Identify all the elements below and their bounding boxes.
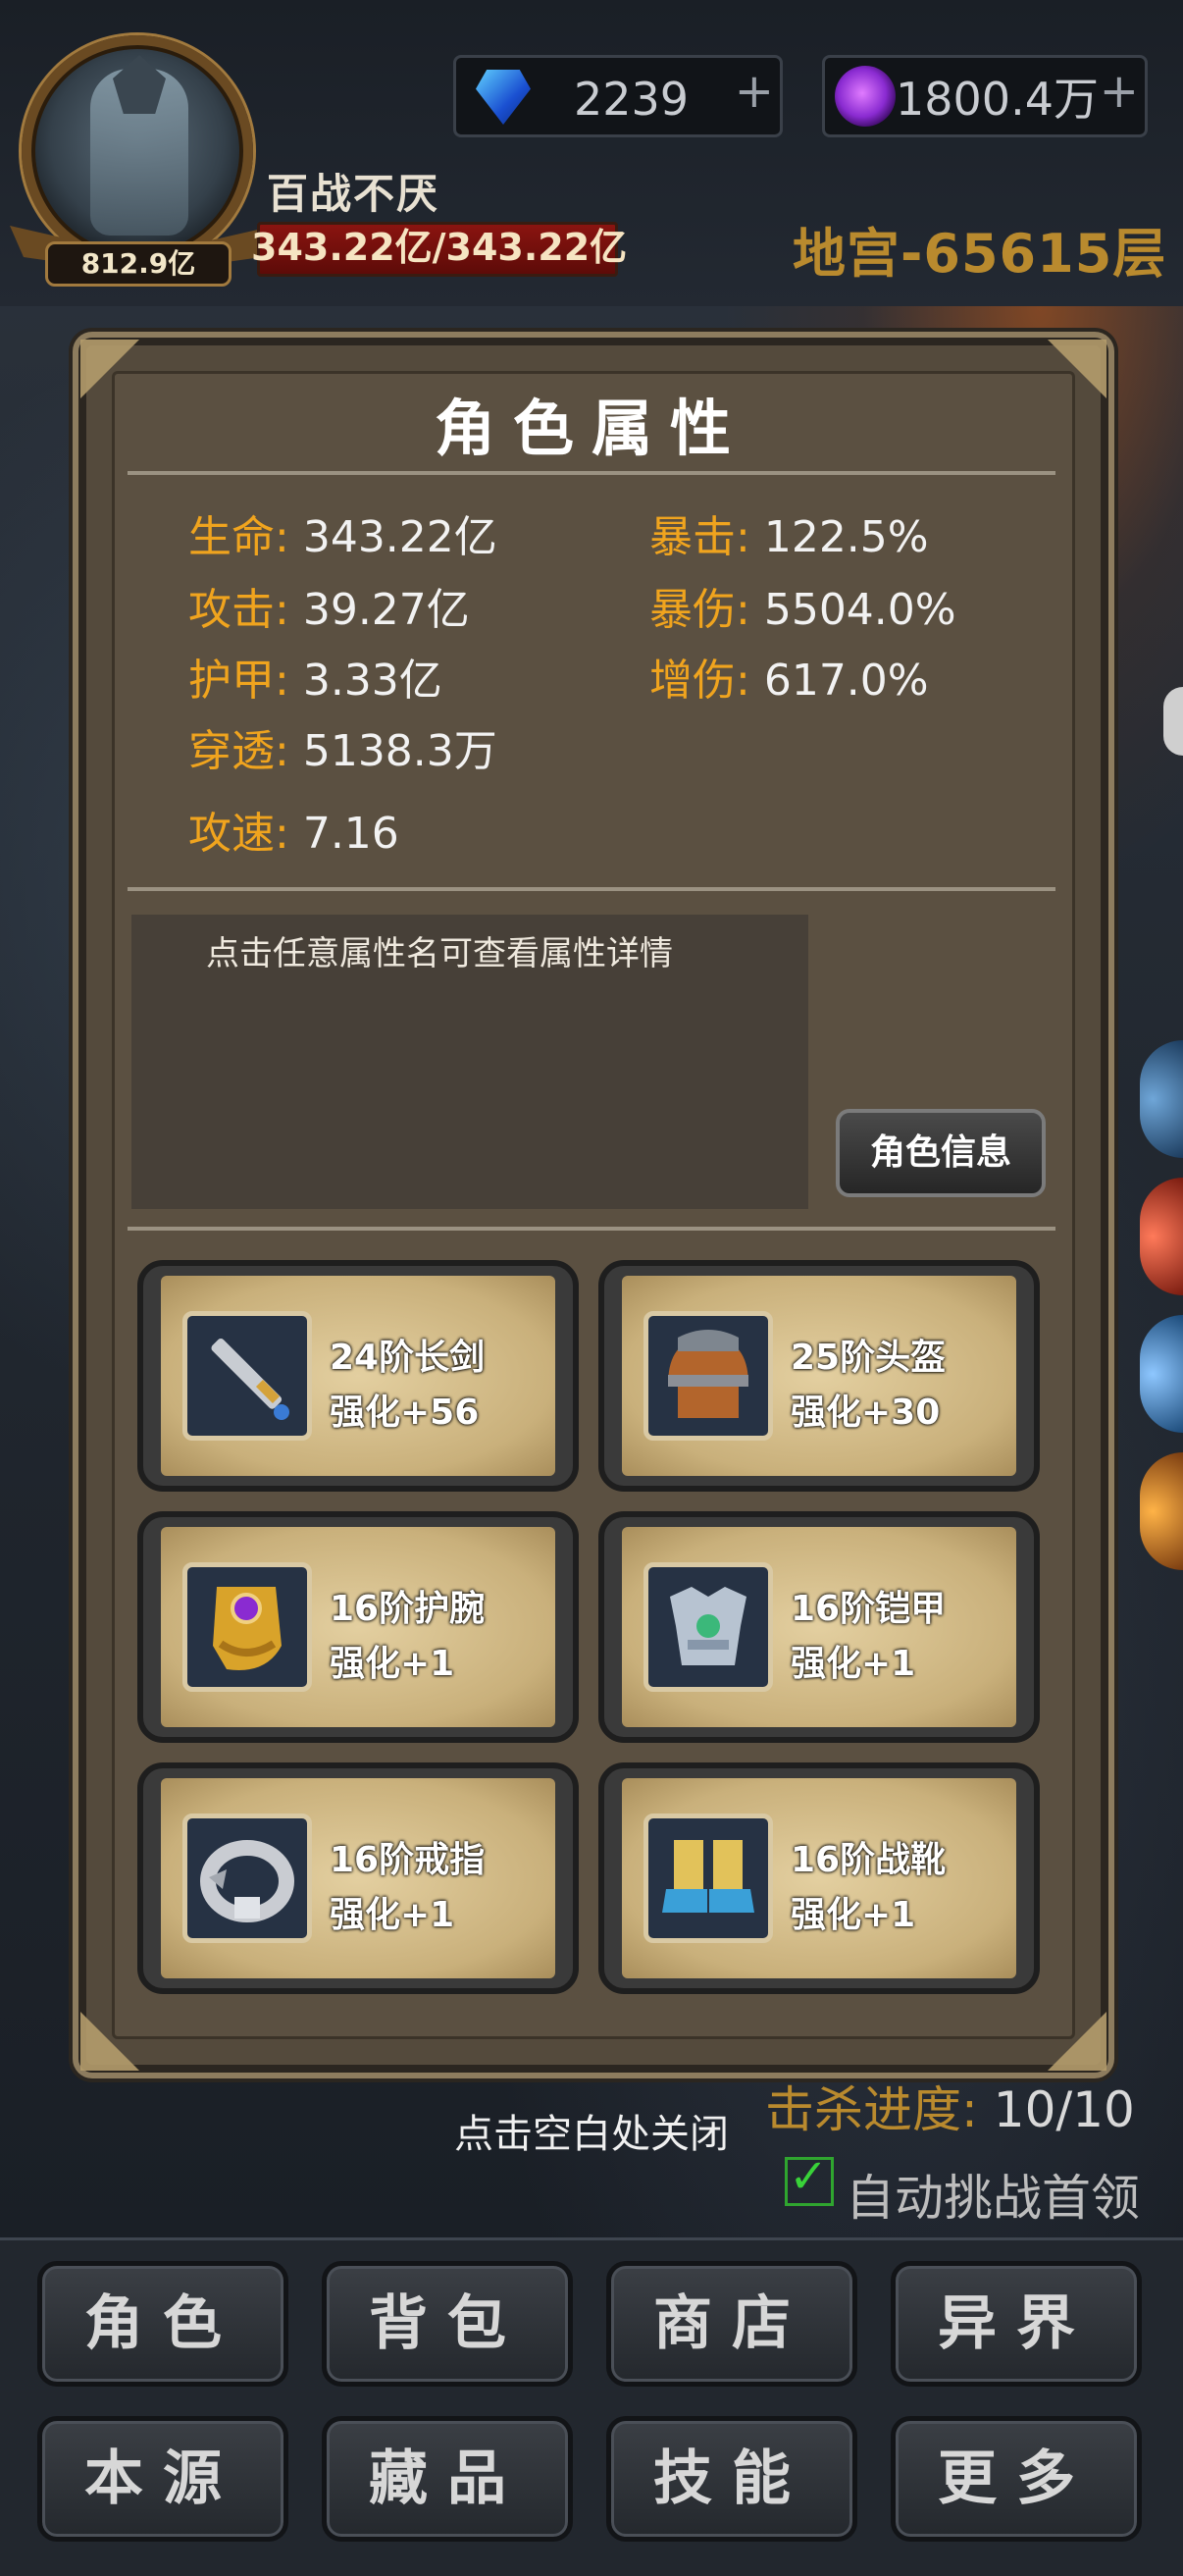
stat-value: 5138.3万 xyxy=(302,726,497,776)
nav-more[interactable]: 更多 xyxy=(891,2416,1142,2542)
add-orbs-button[interactable]: + xyxy=(1100,62,1139,121)
equip-slot-ring[interactable]: 16阶戒指 强化+1 xyxy=(137,1762,579,1994)
stat-value: 39.27亿 xyxy=(302,585,470,635)
stat-key[interactable]: 暴伤: xyxy=(649,585,750,635)
stat-attack-speed[interactable]: 攻速: 7.16 xyxy=(188,805,399,864)
stat-value: 343.22亿 xyxy=(302,512,497,562)
stat-value: 122.5% xyxy=(763,512,929,562)
stat-key[interactable]: 攻击: xyxy=(188,585,289,635)
stat-attack[interactable]: 攻击: 39.27亿 xyxy=(188,581,470,640)
equip-level: 强化+1 xyxy=(330,1895,455,1935)
auto-challenge-label[interactable]: 自动挑战首领 xyxy=(846,2159,1140,2230)
stat-key[interactable]: 暴击: xyxy=(649,512,750,562)
boots-icon xyxy=(643,1814,773,1943)
dungeon-floor: 地宫-65615层 xyxy=(793,223,1167,285)
bracer-icon xyxy=(182,1562,312,1692)
equip-slot-bracer[interactable]: 16阶护腕 强化+1 xyxy=(137,1511,579,1743)
divider xyxy=(128,887,1055,891)
nav-collection[interactable]: 藏品 xyxy=(322,2416,573,2542)
stat-damage-bonus[interactable]: 增伤: 617.0% xyxy=(649,652,929,710)
gem-currency: 2239 + xyxy=(453,55,783,137)
divider xyxy=(128,1227,1055,1231)
equip-level: 强化+1 xyxy=(791,1644,916,1684)
ring-icon xyxy=(182,1814,312,1943)
gem-amount: 2239 xyxy=(574,73,690,126)
stat-penetration[interactable]: 穿透: 5138.3万 xyxy=(188,722,497,781)
equip-name: 24阶长剑 xyxy=(330,1338,486,1378)
equip-level: 强化+56 xyxy=(330,1393,480,1433)
equip-level: 强化+30 xyxy=(791,1393,941,1433)
equip-name: 16阶戒指 xyxy=(330,1840,486,1880)
nav-character[interactable]: 角色 xyxy=(37,2261,288,2387)
close-hint[interactable]: 点击空白处关闭 xyxy=(0,2102,1183,2159)
equip-slot-armor[interactable]: 16阶铠甲 强化+1 xyxy=(598,1511,1040,1743)
nav-otherworld[interactable]: 异界 xyxy=(891,2261,1142,2387)
checkmark-icon: ✓ xyxy=(789,2149,829,2204)
character-info-button[interactable]: 角色信息 xyxy=(836,1109,1046,1197)
side-toggle[interactable] xyxy=(1163,687,1183,756)
diamond-icon xyxy=(476,70,531,125)
hp-text: 343.22亿/343.22亿 xyxy=(251,226,628,269)
sword-icon xyxy=(182,1311,312,1441)
equip-name: 25阶头盔 xyxy=(791,1338,947,1378)
equip-name: 16阶护腕 xyxy=(330,1589,486,1629)
equip-level: 强化+1 xyxy=(791,1895,916,1935)
stat-value: 3.33亿 xyxy=(302,656,442,706)
helmet-icon xyxy=(643,1311,773,1441)
nav-skills[interactable]: 技能 xyxy=(606,2416,857,2542)
panel-title: 角色属性 xyxy=(434,393,748,464)
nav-shop[interactable]: 商店 xyxy=(606,2261,857,2387)
nav-origin[interactable]: 本源 xyxy=(37,2416,288,2542)
player-name: 百战不厌 xyxy=(267,170,440,218)
stat-key[interactable]: 生命: xyxy=(188,512,289,562)
stat-value: 5504.0% xyxy=(763,585,956,635)
stat-armor[interactable]: 护甲: 3.33亿 xyxy=(188,652,442,710)
stat-key[interactable]: 护甲: xyxy=(188,656,289,706)
attribute-hint: 点击任意属性名可查看属性详情 xyxy=(206,934,673,973)
add-gems-button[interactable]: + xyxy=(735,62,774,121)
stat-hp[interactable]: 生命: 343.22亿 xyxy=(188,508,497,567)
stat-value: 7.16 xyxy=(302,809,399,859)
stat-value: 617.0% xyxy=(763,656,929,706)
orb-amount: 1800.4万 xyxy=(896,73,1099,126)
equip-slot-weapon[interactable]: 24阶长剑 强化+56 xyxy=(137,1260,579,1492)
equip-name: 16阶战靴 xyxy=(791,1840,947,1880)
equip-name: 16阶铠甲 xyxy=(791,1589,947,1629)
stat-key[interactable]: 攻速: xyxy=(188,809,289,859)
equip-level: 强化+1 xyxy=(330,1644,455,1684)
stat-crit[interactable]: 暴击: 122.5% xyxy=(649,508,929,567)
armor-icon xyxy=(643,1562,773,1692)
equip-slot-boots[interactable]: 16阶战靴 强化+1 xyxy=(598,1762,1040,1994)
stat-key[interactable]: 增伤: xyxy=(649,656,750,706)
power-badge: 812.9亿 xyxy=(45,241,231,287)
nav-backpack[interactable]: 背包 xyxy=(322,2261,573,2387)
orb-currency: 1800.4万 + xyxy=(822,55,1148,137)
purple-orb-icon xyxy=(835,66,896,127)
stat-crit-damage[interactable]: 暴伤: 5504.0% xyxy=(649,581,956,640)
equip-slot-helmet[interactable]: 25阶头盔 强化+30 xyxy=(598,1260,1040,1492)
divider xyxy=(128,471,1055,475)
stat-key[interactable]: 穿透: xyxy=(188,726,289,776)
